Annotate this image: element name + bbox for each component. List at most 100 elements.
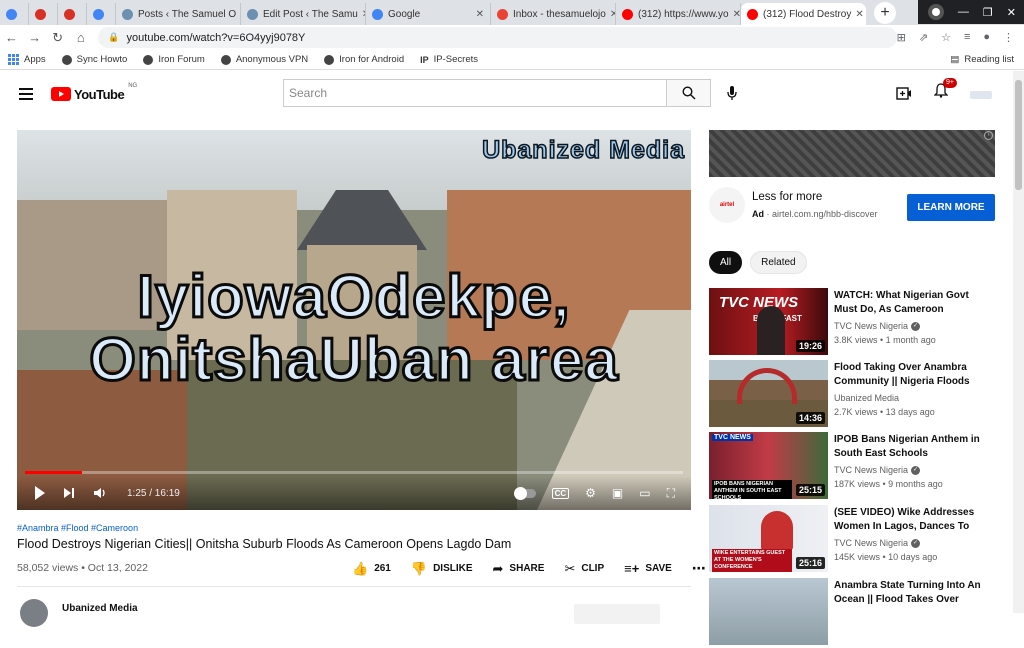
bookmark-iron-android[interactable]: Iron for Android bbox=[324, 54, 404, 65]
browser-tab[interactable]: Google ✕ bbox=[366, 3, 491, 25]
subscribe-button[interactable] bbox=[574, 604, 660, 624]
thumb-brand-text: TVC NEWS bbox=[712, 434, 753, 441]
notifications-button[interactable]: 9+ bbox=[933, 78, 957, 103]
recommendation-item[interactable]: TVC NEWS IPOB BANS NIGERIAN ANTHEM IN SO… bbox=[709, 432, 999, 502]
video-overlay-brand: Ubanized Media bbox=[481, 135, 685, 165]
video-thumbnail[interactable] bbox=[709, 578, 828, 645]
channel-name[interactable]: Ubanized Media bbox=[62, 603, 138, 614]
tab-favicon-icon bbox=[122, 8, 133, 20]
browser-tab[interactable]: Inbox - thesamuelojo✕ bbox=[491, 3, 616, 25]
bookmark-sync-howto[interactable]: Sync Howto bbox=[61, 54, 127, 65]
search-button[interactable] bbox=[666, 79, 711, 107]
tab-label: Posts ‹ The Samuel O bbox=[138, 8, 237, 20]
bookmark-ip-secrets[interactable]: IP IP-Secrets bbox=[420, 54, 478, 65]
settings-gear-icon[interactable]: ⚙ bbox=[585, 486, 596, 500]
microphone-button[interactable] bbox=[720, 81, 744, 105]
video-thumbnail[interactable]: 14:36 bbox=[709, 360, 828, 427]
share-icon[interactable]: ⇗ bbox=[919, 31, 928, 44]
clip-button[interactable]: ✂ CLIP bbox=[564, 561, 604, 577]
home-icon[interactable]: ⌂ bbox=[69, 30, 92, 45]
tab-close-icon[interactable]: ✕ bbox=[851, 9, 863, 20]
tab-close-icon[interactable]: ✕ bbox=[472, 9, 484, 20]
recommendation-title: Anambra State Turning Into An Ocean || F… bbox=[834, 580, 981, 605]
recommendation-meta: 187K views • 9 months ago bbox=[834, 479, 943, 489]
scissors-icon: ✂ bbox=[564, 560, 576, 576]
recommendation-item[interactable]: TVC NEWS BREAKFAST 19:26 WATCH: What Nig… bbox=[709, 288, 999, 358]
tab-favicon-icon bbox=[747, 8, 758, 20]
save-button[interactable]: ≡+ SAVE bbox=[624, 561, 672, 576]
ad-info-icon[interactable]: i bbox=[984, 131, 993, 140]
recommendation-item[interactable]: Anambra State Turning Into An Ocean || F… bbox=[709, 578, 999, 648]
video-player[interactable]: Ubanized Media IyiowaOdekpe, OnitshaUban… bbox=[17, 130, 691, 510]
video-thumbnail[interactable]: TVC NEWS BREAKFAST 19:26 bbox=[709, 288, 828, 355]
tab-label: Google bbox=[388, 8, 421, 20]
tab-close-icon[interactable]: ✕ bbox=[358, 9, 365, 20]
volume-button[interactable] bbox=[93, 487, 107, 499]
fullscreen-icon[interactable]: ⛶ bbox=[667, 486, 675, 501]
chip-all[interactable]: All bbox=[709, 251, 743, 274]
browser-tab[interactable] bbox=[58, 3, 87, 25]
like-button[interactable]: 👍 261 bbox=[352, 561, 391, 577]
video-duration: 19:26 bbox=[795, 340, 825, 352]
tab-close-icon[interactable]: ✕ bbox=[606, 9, 615, 20]
new-tab-button[interactable]: + bbox=[874, 2, 896, 24]
browser-tab[interactable] bbox=[87, 3, 116, 25]
search-input[interactable]: Search bbox=[283, 79, 666, 107]
browser-tab[interactable]: Edit Post ‹ The Samu✕ bbox=[241, 3, 366, 25]
bookmark-iron-forum[interactable]: Iron Forum bbox=[143, 54, 205, 65]
share-button[interactable]: ➦ SHARE bbox=[493, 561, 545, 577]
browser-tab[interactable]: (312) https://www.yo ✕ bbox=[616, 3, 741, 25]
bookmark-apps[interactable]: Apps bbox=[8, 54, 46, 65]
youtube-logo[interactable]: YouTube NG bbox=[51, 83, 137, 102]
chip-related[interactable]: Related bbox=[750, 251, 807, 274]
account-icon[interactable]: ● bbox=[983, 31, 990, 44]
ad-title[interactable]: Less for more bbox=[752, 191, 822, 203]
play-button[interactable] bbox=[35, 486, 45, 500]
bookmark-label: Anonymous VPN bbox=[235, 54, 309, 65]
close-icon[interactable]: ✕ bbox=[1007, 6, 1016, 19]
recommendation-item[interactable]: 14:36 Flood Taking Over Anambra Communit… bbox=[709, 360, 999, 430]
reading-mode-icon[interactable]: ≡ bbox=[964, 31, 970, 44]
url-text: youtube.com/watch?v=6O4yyj9078Y bbox=[126, 31, 306, 44]
bookmark-star-icon[interactable]: ☆ bbox=[941, 31, 951, 44]
back-icon[interactable]: ← bbox=[0, 30, 23, 45]
restore-icon[interactable]: ❐ bbox=[983, 6, 993, 19]
minimize-icon[interactable]: — bbox=[958, 6, 969, 18]
user-avatar[interactable] bbox=[970, 91, 992, 99]
url-field[interactable]: 🔒 youtube.com/watch?v=6O4yyj9078Y bbox=[98, 27, 897, 48]
create-video-icon[interactable] bbox=[896, 86, 912, 100]
bookmark-anonymous-vpn[interactable]: Anonymous VPN bbox=[220, 54, 309, 65]
video-hashtags[interactable]: #Anambra #Flood #Cameroon bbox=[17, 523, 138, 533]
video-progress-bar[interactable] bbox=[25, 471, 683, 474]
reload-icon[interactable]: ↻ bbox=[46, 30, 69, 46]
theater-mode-icon[interactable]: ▭ bbox=[639, 486, 650, 500]
channel-label: TVC News Nigeria bbox=[834, 465, 909, 475]
forward-icon[interactable]: → bbox=[23, 30, 46, 45]
browser-tab[interactable] bbox=[29, 3, 58, 25]
profile-icon[interactable] bbox=[927, 4, 944, 20]
reading-list-button[interactable]: ▤ Reading list bbox=[950, 54, 1024, 65]
browser-tab[interactable]: Posts ‹ The Samuel O✕ bbox=[116, 3, 241, 25]
captions-icon[interactable]: CC bbox=[551, 487, 570, 499]
learn-more-button[interactable]: LEARN MORE bbox=[907, 194, 995, 221]
recommendation-item[interactable]: WIKE ENTERTAINS GUEST AT THE WOMEN'S CON… bbox=[709, 505, 999, 575]
browser-tab[interactable]: (312) Flood Destroy ✕ bbox=[741, 3, 866, 25]
tab-close-icon[interactable]: ✕ bbox=[729, 9, 740, 20]
menu-dots-icon[interactable]: ⋮ bbox=[1003, 31, 1014, 44]
channel-avatar[interactable] bbox=[20, 599, 48, 627]
dislike-button[interactable]: 👎 DISLIKE bbox=[411, 561, 473, 577]
hamburger-menu-icon[interactable] bbox=[19, 88, 33, 100]
browser-tab[interactable] bbox=[0, 3, 29, 25]
video-thumbnail[interactable]: WIKE ENTERTAINS GUEST AT THE WOMEN'S CON… bbox=[709, 505, 828, 572]
install-icon[interactable]: ⊞ bbox=[897, 31, 906, 44]
ad-url: airtel.com.ng/hbb-discover bbox=[772, 209, 878, 219]
more-actions-button[interactable]: ⋯ bbox=[692, 560, 706, 577]
miniplayer-icon[interactable]: ▣ bbox=[612, 486, 623, 500]
next-button[interactable] bbox=[63, 487, 75, 499]
video-caption-line1: IyiowaOdekpe, bbox=[136, 263, 571, 330]
autoplay-toggle[interactable] bbox=[513, 486, 536, 500]
ad-banner-image[interactable] bbox=[709, 130, 995, 177]
video-thumbnail[interactable]: TVC NEWS IPOB BANS NIGERIAN ANTHEM IN SO… bbox=[709, 432, 828, 499]
advertiser-logo[interactable]: airtel bbox=[709, 187, 745, 223]
scrollbar-thumb[interactable] bbox=[1015, 80, 1022, 190]
